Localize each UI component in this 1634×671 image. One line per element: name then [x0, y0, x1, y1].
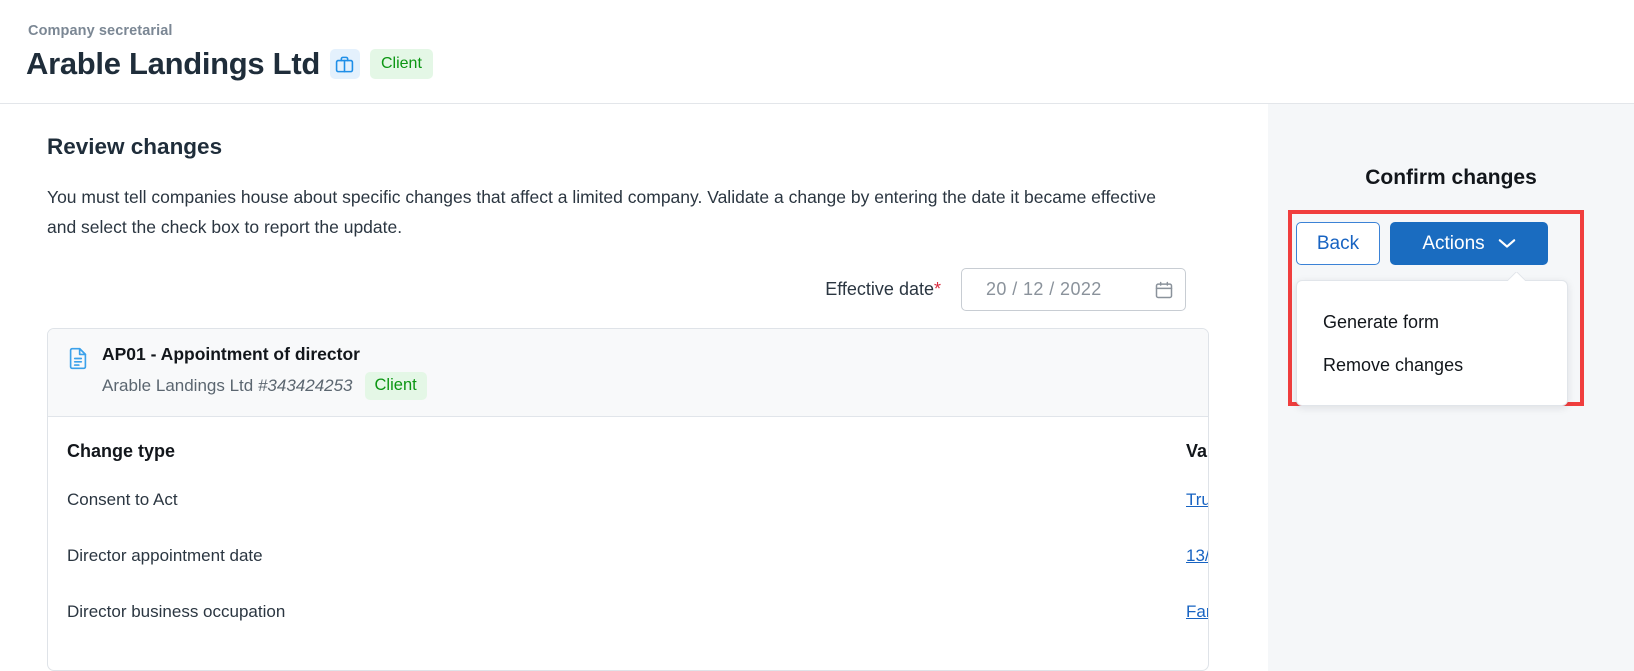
cell-change-type: Consent to Act — [67, 490, 178, 509]
menu-item-remove-changes[interactable]: Remove changes — [1297, 344, 1567, 387]
cell-value: Farmer — [628, 584, 1208, 640]
dropdown-caret-icon — [1508, 272, 1525, 281]
change-card-title: AP01 - Appointment of director — [102, 344, 360, 364]
change-card-status-badge: Client — [364, 372, 427, 400]
app-header: Company secretarial Arable Landings Ltd … — [0, 0, 1634, 104]
change-card-header: AP01 - Appointment of director Arable La… — [48, 329, 1208, 417]
change-card-heading-block: AP01 - Appointment of director Arable La… — [102, 344, 427, 400]
changes-table-body: Consent to Act True Director appointment… — [48, 472, 1208, 640]
title-row: Arable Landings Ltd Client — [26, 45, 433, 83]
change-card-subtitle: Arable Landings Ltd #343424253 — [102, 376, 353, 396]
changes-table-head: Change type Value — [48, 417, 1208, 472]
changes-table: Change type Value Consent to Act True Di… — [48, 417, 1208, 640]
main-content: Review changes You must tell companies h… — [0, 104, 1268, 671]
cell-value: True — [628, 472, 1208, 528]
effective-date-value[interactable]: 20 / 12 / 2022 — [986, 279, 1147, 300]
actions-button[interactable]: Actions — [1390, 222, 1548, 265]
effective-date-input[interactable]: 20 / 12 / 2022 — [961, 268, 1186, 311]
calendar-icon[interactable] — [1153, 279, 1175, 301]
change-card-subtitle-row: Arable Landings Ltd #343424253 Client — [102, 372, 427, 400]
cell-change-type: Director appointment date — [67, 546, 263, 565]
chevron-down-icon — [1498, 233, 1516, 255]
cell-change-type: Director business occupation — [67, 602, 286, 621]
table-row: Director appointment date 13/12/2022 — [48, 528, 1208, 584]
actions-button-label: Actions — [1422, 232, 1485, 254]
table-row: Consent to Act True — [48, 472, 1208, 528]
app-root: Company secretarial Arable Landings Ltd … — [0, 0, 1634, 671]
cell-value: 13/12/2022 — [628, 528, 1208, 584]
briefcase-icon — [329, 49, 360, 79]
effective-date-label-text: Effective date — [825, 279, 934, 299]
section-title: Review changes — [47, 134, 223, 159]
change-card-reference: #343424253 — [257, 376, 353, 395]
value-link[interactable]: True — [1186, 490, 1208, 509]
page-title: Arable Landings Ltd — [26, 46, 320, 81]
confirm-panel-title: Confirm changes — [1365, 166, 1537, 189]
value-link[interactable]: 13/12/2022 — [1186, 546, 1208, 565]
action-button-row: Back Actions — [1296, 222, 1548, 265]
back-button[interactable]: Back — [1296, 222, 1380, 265]
required-marker: * — [933, 279, 941, 299]
effective-date-row: Effective date* 20 / 12 / 2022 — [825, 268, 1186, 311]
effective-date-label: Effective date* — [825, 279, 941, 300]
changes-table-header-row: Change type Value — [48, 417, 1208, 472]
change-card: AP01 - Appointment of director Arable La… — [47, 328, 1209, 671]
actions-dropdown-menu: Generate form Remove changes — [1296, 280, 1568, 406]
menu-item-generate-form[interactable]: Generate form — [1297, 301, 1567, 344]
breadcrumb: Company secretarial — [28, 23, 173, 39]
change-card-company: Arable Landings Ltd — [102, 376, 254, 395]
document-icon — [68, 344, 88, 400]
value-link[interactable]: Farmer — [1186, 602, 1208, 621]
column-header-change-type: Change type — [67, 441, 176, 461]
confirm-panel: Confirm changes Back Actions Generate fo… — [1268, 104, 1634, 671]
intro-paragraph: You must tell companies house about spec… — [47, 187, 1157, 237]
table-row: Director business occupation Farmer — [48, 584, 1208, 640]
status-badge: Client — [369, 49, 433, 79]
column-header-value: Value — [1186, 441, 1208, 461]
